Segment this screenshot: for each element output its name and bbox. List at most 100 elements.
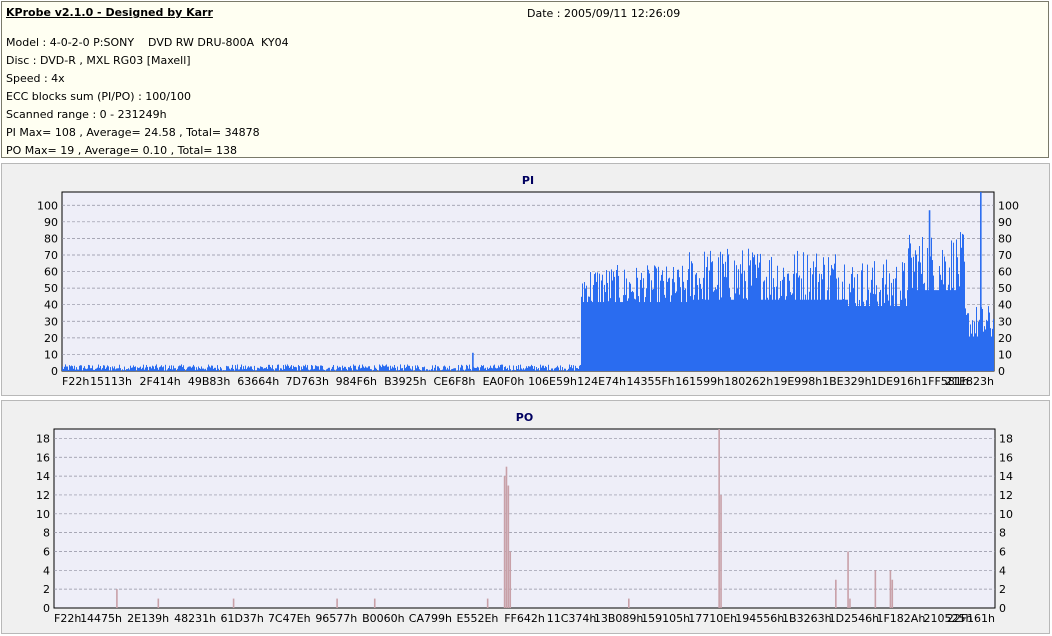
bar xyxy=(586,285,587,371)
bar xyxy=(150,366,151,371)
bar xyxy=(564,368,565,371)
bar xyxy=(371,369,372,371)
bar xyxy=(270,366,271,371)
y-tick-label: 0 xyxy=(43,602,50,615)
bar xyxy=(666,266,667,371)
bar xyxy=(206,370,207,371)
bar xyxy=(141,369,142,371)
bar xyxy=(347,370,348,371)
bar xyxy=(86,369,87,371)
bar xyxy=(642,288,643,371)
bar xyxy=(863,301,864,371)
bar xyxy=(765,299,766,371)
bar xyxy=(545,366,546,371)
bar xyxy=(492,368,493,371)
bar xyxy=(655,266,656,371)
bar xyxy=(132,367,133,371)
bar xyxy=(537,369,538,371)
bar xyxy=(597,272,598,371)
bar xyxy=(485,367,486,371)
bar xyxy=(362,364,363,371)
bar xyxy=(301,366,302,371)
bar xyxy=(703,277,704,371)
bar xyxy=(193,364,194,371)
bar xyxy=(361,367,362,371)
bar xyxy=(356,369,357,371)
bar xyxy=(637,277,638,371)
bar xyxy=(895,278,896,371)
bar xyxy=(308,369,309,371)
bar xyxy=(988,306,989,371)
bar xyxy=(927,247,928,371)
bar xyxy=(315,365,316,371)
bar xyxy=(571,365,572,371)
bar xyxy=(832,268,833,371)
bar xyxy=(187,367,188,371)
bar xyxy=(256,370,257,371)
bar xyxy=(505,366,506,371)
bar xyxy=(508,370,509,371)
bar xyxy=(815,267,816,371)
x-tick-label: 7D763h xyxy=(286,375,329,388)
bar xyxy=(677,269,678,371)
bar xyxy=(196,367,197,371)
bar xyxy=(82,370,83,371)
bar xyxy=(879,292,880,371)
bar xyxy=(827,290,828,371)
bar xyxy=(302,369,303,371)
bar xyxy=(434,367,435,371)
bar xyxy=(936,290,937,371)
x-tick-label: 984F6h xyxy=(336,375,377,388)
y-tick-label-right: 90 xyxy=(998,216,1012,229)
y-tick-label: 40 xyxy=(44,299,58,312)
bar xyxy=(399,369,400,371)
bar xyxy=(272,365,273,371)
bar xyxy=(896,266,897,371)
bar xyxy=(311,364,312,371)
bar xyxy=(733,299,734,371)
spike-bar xyxy=(486,598,489,608)
bar xyxy=(267,368,268,371)
bar xyxy=(113,368,114,371)
bar xyxy=(463,369,464,371)
bar xyxy=(285,364,286,371)
bar xyxy=(63,368,64,371)
bar xyxy=(218,368,219,371)
bar xyxy=(346,368,347,371)
bar xyxy=(134,366,135,371)
bar xyxy=(884,302,885,371)
bar xyxy=(616,270,617,371)
bar xyxy=(607,282,608,371)
bar xyxy=(390,365,391,371)
bar xyxy=(344,366,345,371)
bar xyxy=(610,298,611,371)
bar xyxy=(265,368,266,371)
bar xyxy=(819,273,820,371)
bar xyxy=(620,302,621,371)
bar xyxy=(290,366,291,371)
bar xyxy=(202,368,203,371)
plot-area xyxy=(53,428,996,609)
bar xyxy=(748,248,749,371)
y-tick-label-right: 6 xyxy=(999,545,1006,558)
bar xyxy=(444,365,445,371)
bar xyxy=(433,370,434,371)
x-tick-label: 48231h xyxy=(174,612,216,625)
bar xyxy=(154,369,155,371)
bar xyxy=(955,290,956,371)
bar xyxy=(67,366,68,371)
x-tick-label: 1DE916h xyxy=(871,375,921,388)
po-chart: PO 0 0 2 2 4 4 6 6 8 8 10 10 12 12 14 14 16 16 18 18 F22h1447… xyxy=(36,411,1013,625)
bar xyxy=(840,299,841,371)
bar xyxy=(316,365,317,371)
bar xyxy=(282,369,283,371)
bar xyxy=(556,367,557,371)
bar xyxy=(506,369,507,371)
bar xyxy=(424,366,425,371)
bar xyxy=(178,366,179,371)
bar xyxy=(902,262,903,371)
bar xyxy=(790,292,791,371)
bar xyxy=(395,367,396,371)
bar xyxy=(354,365,355,371)
bar xyxy=(596,281,597,371)
